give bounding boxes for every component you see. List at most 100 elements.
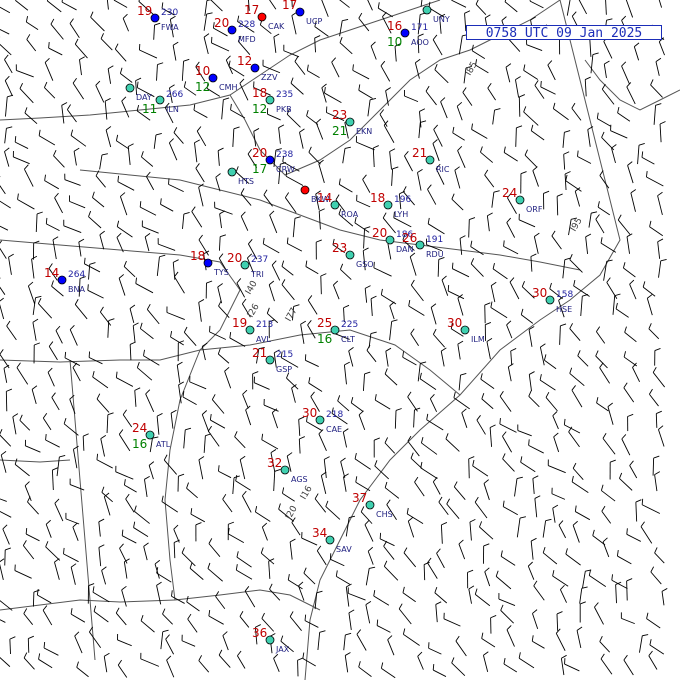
barb-shaft <box>33 592 34 607</box>
station-id-label: DAN <box>396 245 413 254</box>
timestamp-label: 0758 UTC 09 Jan 2025 <box>466 25 662 40</box>
station-id-label: EKN <box>356 127 372 136</box>
barb-flag <box>49 42 50 48</box>
station-id-label: CAK <box>268 22 285 31</box>
temperature-label: 24 <box>502 186 517 200</box>
temperature-label: 30 <box>532 286 547 300</box>
temperature-label: 37 <box>352 491 367 505</box>
dewpoint-label: 17 <box>252 162 267 176</box>
barb-shaft <box>653 458 654 476</box>
temperature-label: 12 <box>237 54 252 68</box>
station-marker <box>423 6 431 14</box>
station-id-label: ORF <box>526 205 543 214</box>
barb-shaft <box>469 459 470 478</box>
barb-flag <box>26 528 27 534</box>
dewpoint-label: 16 <box>317 332 332 346</box>
barb-flag <box>15 136 16 142</box>
temperature-label: 21 <box>412 146 427 160</box>
pressure-label: 230 <box>161 8 178 18</box>
surface-analysis-map: UNY1610171AOO17CAK17UCP20228MFD19230FWA1… <box>0 0 680 680</box>
barb-flag <box>63 548 64 554</box>
barb-flag <box>452 263 453 269</box>
station-id-label: ZZV <box>261 73 278 82</box>
barb-flag <box>541 81 542 87</box>
pressure-label: 158 <box>556 290 573 300</box>
pressure-label: 196 <box>394 195 411 205</box>
temperature-label: 20 <box>372 226 387 240</box>
temperature-label: 10 <box>195 64 210 78</box>
pressure-label: 228 <box>238 20 255 30</box>
temperature-label: 14 <box>44 266 59 280</box>
barb-flag <box>46 434 47 440</box>
station-id-label: ROA <box>341 210 359 219</box>
station-id-label: BNA <box>68 285 85 294</box>
station-id-label: HTS <box>238 177 254 186</box>
temperature-label: 17 <box>244 3 259 17</box>
station-id-label: GSP <box>276 365 292 374</box>
pressure-label: 235 <box>276 90 293 100</box>
barb-shaft <box>519 97 520 117</box>
station-id-label: ATL <box>156 440 171 449</box>
temperature-label: 23 <box>332 108 347 122</box>
barb-shaft <box>438 259 439 276</box>
station-id-label: AOO <box>411 38 429 47</box>
station-id-label: DAY <box>136 93 152 102</box>
barb-shaft <box>424 565 425 581</box>
temperature-label: 19 <box>137 4 152 18</box>
pressure-label: 191 <box>426 235 443 245</box>
temperature-label: 16 <box>387 19 402 33</box>
station-id-label: UCP <box>306 17 322 26</box>
pressure-label: 264 <box>68 270 85 280</box>
station-id-label: AGS <box>291 475 308 484</box>
station-id-label: ILM <box>471 335 485 344</box>
pressure-label: 171 <box>411 23 428 33</box>
station-id-label: CMH <box>219 83 238 92</box>
dewpoint-label: 21 <box>332 124 347 138</box>
barb-flag <box>377 620 378 626</box>
station-id-label: CHS <box>376 510 393 519</box>
station-id-label: RIC <box>436 165 450 174</box>
barb-flag <box>65 352 66 358</box>
barb-flag <box>433 664 434 670</box>
station-id-label: LYH <box>394 210 408 219</box>
temperature-label: 30 <box>447 316 462 330</box>
station-id-label: HSE <box>556 305 572 314</box>
temperature-label: 20 <box>227 251 242 265</box>
temperature-label: 36 <box>252 626 267 640</box>
barb-flag <box>46 218 47 224</box>
temperature-label: 18 <box>252 86 267 100</box>
map-canvas: UNY1610171AOO17CAK17UCP20228MFD19230FWA1… <box>0 0 680 680</box>
station-marker <box>301 186 309 194</box>
station-id-label: ILN <box>166 105 179 114</box>
station-id-label: CAE <box>326 425 342 434</box>
temperature-label: 18 <box>370 191 385 205</box>
temperature-label: 20 <box>252 146 267 160</box>
barb-flag <box>305 615 306 621</box>
temperature-label: 18 <box>190 249 205 263</box>
station-id-label: CLT <box>341 335 355 344</box>
temperature-label: 17 <box>282 0 297 12</box>
temperature-label: 20 <box>214 16 229 30</box>
temperature-label: 14 <box>317 191 332 205</box>
barb-flag <box>140 201 141 207</box>
pressure-label: 237 <box>251 255 268 265</box>
temperature-label: 21 <box>252 346 267 360</box>
station-marker <box>126 84 134 92</box>
pressure-label: 266 <box>166 90 183 100</box>
temperature-label: 26 <box>402 231 417 245</box>
station-id-label: SAV <box>336 545 352 554</box>
temperature-label: 32 <box>267 456 282 470</box>
barb-flag <box>44 642 45 648</box>
barb-shaft <box>516 128 517 147</box>
pressure-label: 213 <box>256 320 273 330</box>
temperature-label: 24 <box>132 421 147 435</box>
barb-flag <box>504 240 505 246</box>
station-id-label: GSO <box>356 260 374 269</box>
station-id-label: TYS <box>213 268 229 277</box>
station-id-label: AVL <box>256 335 271 344</box>
temperature-label: 25 <box>317 316 332 330</box>
barb-flag <box>642 499 643 505</box>
temperature-label: 19 <box>232 316 247 330</box>
pressure-label: 238 <box>276 150 293 160</box>
dewpoint-label: 10 <box>387 35 402 49</box>
